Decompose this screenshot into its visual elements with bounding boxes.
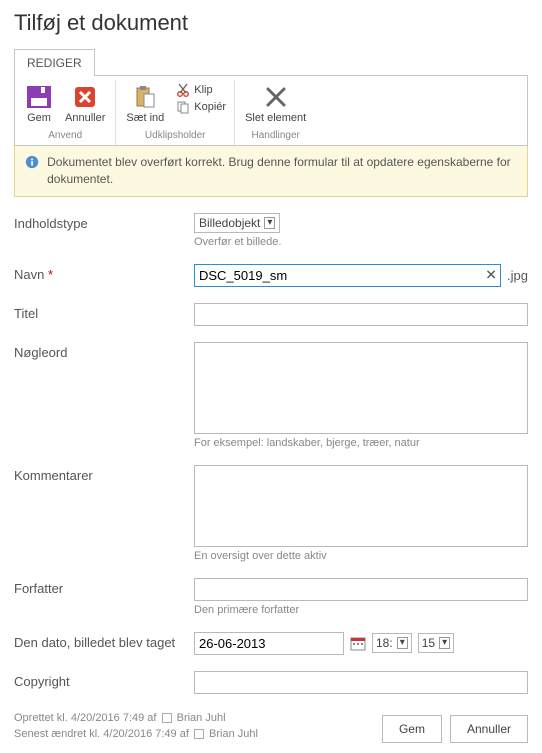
cut-label: Klip <box>194 84 212 96</box>
paste-label: Sæt ind <box>126 112 164 124</box>
date-input[interactable] <box>194 632 344 655</box>
label-keywords: Nøgleord <box>14 342 194 360</box>
chevron-down-icon: ▾ <box>397 637 408 649</box>
group-label-actions: Handlinger <box>251 130 299 143</box>
person-icon <box>194 729 204 739</box>
label-title: Titel <box>14 303 194 321</box>
ribbon-group-actions: Slet element Handlinger <box>235 80 316 145</box>
label-contenttype: Indholdstype <box>14 213 194 231</box>
ribbon-group-clipboard: Sæt ind Klip Kopiér Udklipsholder <box>116 80 235 145</box>
row-name: Navn * ✕ .jpg <box>14 264 528 287</box>
keywords-helper: For eksempel: landskaber, bjerge, træer,… <box>194 437 528 449</box>
copy-icon <box>176 100 190 114</box>
created-text: Oprettet kl. 4/20/2016 7:49 af <box>14 712 156 724</box>
delete-button[interactable]: Slet element <box>241 82 310 126</box>
delete-icon <box>263 84 289 110</box>
name-input[interactable] <box>194 264 501 287</box>
save-button[interactable]: Gem <box>21 82 57 126</box>
modified-text: Senest ændret kl. 4/20/2016 7:49 af <box>14 728 189 740</box>
label-comments: Kommentarer <box>14 465 194 483</box>
hour-value: 18: <box>376 636 393 650</box>
row-keywords: Nøgleord For eksempel: landskaber, bjerg… <box>14 342 528 449</box>
title-input[interactable] <box>194 303 528 326</box>
paste-icon <box>132 84 158 110</box>
keywords-textarea[interactable] <box>194 342 528 434</box>
cancel-button[interactable]: Annuller <box>61 82 109 126</box>
row-title: Titel <box>14 303 528 326</box>
copy-button[interactable]: Kopiér <box>174 99 228 115</box>
tab-row: REDIGER <box>14 48 528 75</box>
label-datetaken: Den dato, billedet blev taget <box>14 632 194 650</box>
label-name: Navn * <box>14 264 194 282</box>
minute-value: 15 <box>422 636 435 650</box>
footer-save-button[interactable]: Gem <box>382 715 442 743</box>
chevron-down-icon: ▾ <box>439 637 450 649</box>
hour-select[interactable]: 18: ▾ <box>372 633 412 653</box>
created-user: Brian Juhl <box>177 712 226 724</box>
copyright-input[interactable] <box>194 671 528 694</box>
info-text: Dokumentet blev overført korrekt. Brug d… <box>47 154 517 188</box>
contenttype-value: Billedobjekt <box>199 216 260 230</box>
modified-user: Brian Juhl <box>209 728 258 740</box>
info-bar: Dokumentet blev overført korrekt. Brug d… <box>14 146 528 197</box>
footer: Oprettet kl. 4/20/2016 7:49 af Brian Juh… <box>14 710 528 743</box>
comments-helper: En oversigt over dette aktiv <box>194 550 528 562</box>
paste-button[interactable]: Sæt ind <box>122 82 168 126</box>
copy-label: Kopiér <box>194 101 226 113</box>
file-extension: .jpg <box>507 268 528 283</box>
footer-cancel-button[interactable]: Annuller <box>450 715 528 743</box>
save-icon <box>25 84 53 110</box>
minute-select[interactable]: 15 ▾ <box>418 633 454 653</box>
chevron-down-icon: ▾ <box>264 217 275 229</box>
save-label: Gem <box>27 112 51 124</box>
label-name-text: Navn <box>14 267 44 282</box>
cut-button[interactable]: Klip <box>174 82 228 98</box>
scissors-icon <box>176 83 190 97</box>
info-icon <box>25 154 39 170</box>
cancel-icon <box>72 84 98 110</box>
group-label-clipboard: Udklipsholder <box>145 130 206 143</box>
row-comments: Kommentarer En oversigt over dette aktiv <box>14 465 528 562</box>
ribbon-group-apply: Gem Annuller Anvend <box>15 80 116 145</box>
cancel-label: Annuller <box>65 112 105 124</box>
contenttype-helper: Overfør et billede. <box>194 236 528 248</box>
row-author: Forfatter Den primære forfatter <box>14 578 528 616</box>
clear-icon[interactable]: ✕ <box>485 267 497 284</box>
required-mark: * <box>48 267 53 282</box>
row-datetaken: Den dato, billedet blev taget 18: ▾ 15 ▾ <box>14 632 528 655</box>
person-icon <box>162 713 172 723</box>
label-copyright: Copyright <box>14 671 194 689</box>
author-input[interactable] <box>194 578 528 601</box>
delete-label: Slet element <box>245 112 306 124</box>
ribbon: Gem Annuller Anvend Sæt ind Klip K <box>14 75 528 146</box>
row-copyright: Copyright <box>14 671 528 694</box>
row-contenttype: Indholdstype Billedobjekt ▾ Overfør et b… <box>14 213 528 248</box>
group-label-apply: Anvend <box>48 130 82 143</box>
tab-editor[interactable]: REDIGER <box>14 49 95 76</box>
contenttype-select[interactable]: Billedobjekt ▾ <box>194 213 280 233</box>
page-title: Tilføj et dokument <box>14 10 528 36</box>
form: Indholdstype Billedobjekt ▾ Overfør et b… <box>14 213 528 694</box>
label-author: Forfatter <box>14 578 194 596</box>
author-helper: Den primære forfatter <box>194 604 528 616</box>
meta-info: Oprettet kl. 4/20/2016 7:49 af Brian Juh… <box>14 710 258 743</box>
comments-textarea[interactable] <box>194 465 528 547</box>
calendar-icon[interactable] <box>350 635 366 651</box>
